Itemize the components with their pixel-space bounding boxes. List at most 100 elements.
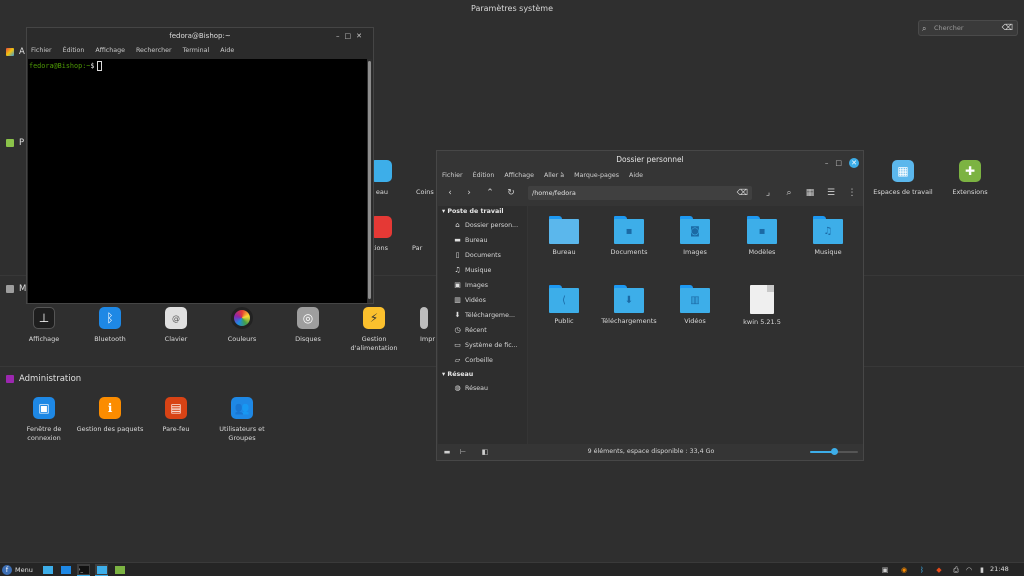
- file-item[interactable]: ▪ Modèles: [729, 216, 795, 256]
- maximize-icon[interactable]: □: [835, 154, 842, 172]
- users-icon: 👥: [231, 397, 253, 419]
- settings-item-packages[interactable]: ℹ Gestion des paquets: [75, 397, 145, 434]
- menu-bookmarks[interactable]: Marque-pages: [574, 169, 619, 183]
- sidebar-item-filesystem[interactable]: ▭ Système de fic...: [438, 338, 527, 353]
- menu-help[interactable]: Aide: [220, 44, 234, 58]
- close-icon[interactable]: ✕: [356, 32, 367, 40]
- clear-location-icon[interactable]: ⌫: [737, 186, 748, 200]
- keyboard-icon: @: [165, 307, 187, 329]
- settings-item-display[interactable]: ⊥ Affichage: [9, 307, 79, 344]
- sidebar-header-network[interactable]: ▾ Réseau: [438, 369, 527, 381]
- workspaces-icon: ▦: [892, 160, 914, 182]
- download-icon: ⬇: [454, 311, 461, 319]
- sidebar-item-pictures[interactable]: ▣ Images: [438, 278, 527, 293]
- terminal-window[interactable]: fedora@Bishop:~ –□✕ Fichier Édition Affi…: [26, 27, 374, 304]
- bluetooth-tray-icon[interactable]: ᛒ: [917, 565, 927, 575]
- sidebar-item-network[interactable]: ◍ Réseau: [438, 381, 527, 396]
- settings-item-colors[interactable]: Couleurs: [207, 307, 277, 344]
- up-icon[interactable]: ⌃: [483, 186, 497, 200]
- network-tray-icon[interactable]: ◠: [964, 565, 974, 575]
- maximize-icon[interactable]: □: [345, 32, 357, 40]
- scrollbar-thumb[interactable]: [368, 61, 371, 299]
- settings-taskbar-icon[interactable]: [113, 564, 126, 576]
- sidebar-item-home[interactable]: ⌂ Dossier person...: [438, 218, 527, 233]
- file-item[interactable]: Bureau: [531, 216, 597, 256]
- sidebar-header-places[interactable]: ▾ Poste de travail: [438, 206, 527, 218]
- mail-icon[interactable]: [59, 564, 72, 576]
- forward-icon[interactable]: ›: [462, 186, 476, 200]
- minimize-icon[interactable]: –: [825, 154, 829, 172]
- terminal-titlebar[interactable]: fedora@Bishop:~ –□✕: [27, 28, 373, 44]
- settings-search-input[interactable]: ⌕ Chercher ⌫: [918, 20, 1018, 36]
- settings-item-login-window[interactable]: ▣ Fenêtre de connexion: [9, 397, 79, 443]
- menu-search[interactable]: Rechercher: [136, 44, 172, 58]
- zoom-slider-handle[interactable]: [831, 448, 838, 455]
- folder-pictures-icon: ◙: [680, 216, 710, 244]
- settings-item-partial[interactable]: Par: [412, 216, 436, 253]
- clear-search-icon[interactable]: ⌫: [1002, 21, 1013, 35]
- clock[interactable]: 21:48: [990, 563, 1009, 576]
- files-taskbar-icon[interactable]: [95, 564, 108, 576]
- menu-edit[interactable]: Édition: [473, 169, 495, 183]
- battery-icon[interactable]: ▮: [977, 565, 987, 575]
- settings-item-disks[interactable]: ◎ Disques: [273, 307, 343, 344]
- settings-item-bluetooth[interactable]: ᛒ Bluetooth: [75, 307, 145, 344]
- close-icon[interactable]: ✕: [849, 158, 859, 168]
- location-bar[interactable]: /home/fedora ⌫: [528, 186, 752, 200]
- sidebar-item-videos[interactable]: ▥ Vidéos: [438, 293, 527, 308]
- menu-help[interactable]: Aide: [629, 169, 643, 183]
- file-item[interactable]: ⟨ Public: [531, 285, 597, 325]
- sidebar-item-documents[interactable]: ▯ Documents: [438, 248, 527, 263]
- menu-file[interactable]: Fichier: [31, 44, 52, 58]
- list-view-icon[interactable]: ☰: [824, 186, 838, 200]
- menu-edit[interactable]: Édition: [63, 44, 85, 58]
- menu-go[interactable]: Aller à: [544, 169, 564, 183]
- update-icon[interactable]: ◉: [899, 565, 909, 575]
- file-manager-window[interactable]: Dossier personnel – □ ✕ Fichier Édition …: [436, 150, 864, 461]
- icon-view-icon[interactable]: ▦: [803, 186, 817, 200]
- toggle-path-icon[interactable]: ⌟: [761, 186, 775, 200]
- menu-file[interactable]: Fichier: [442, 169, 463, 183]
- tray-app-icon[interactable]: ▣: [880, 565, 890, 575]
- file-manager-titlebar[interactable]: Dossier personnel – □ ✕: [437, 151, 863, 169]
- terminal-body[interactable]: fedora@Bishop:~ $: [28, 59, 368, 303]
- settings-item-workspaces[interactable]: ▦ Espaces de travail: [868, 160, 938, 197]
- zoom-slider[interactable]: [810, 448, 858, 455]
- settings-item-users[interactable]: 👥 Utilisateurs et Groupes: [207, 397, 277, 443]
- sidebar-item-music[interactable]: ♫ Musique: [438, 263, 527, 278]
- menu-terminal[interactable]: Terminal: [183, 44, 210, 58]
- settings-item-extensions[interactable]: ✚ Extensions: [935, 160, 1005, 197]
- reload-icon[interactable]: ↻: [504, 186, 518, 200]
- compact-view-icon[interactable]: ⋮: [845, 186, 859, 200]
- terminal-taskbar-icon[interactable]: ›_: [77, 564, 90, 576]
- menu-view[interactable]: Affichage: [504, 169, 534, 183]
- file-item[interactable]: kwin 5.21.5: [729, 285, 795, 326]
- settings-item-firewall[interactable]: ▤ Pare-feu: [141, 397, 211, 434]
- sidebar-item-recent[interactable]: ◷ Récent: [438, 323, 527, 338]
- search-placeholder: Chercher: [934, 24, 964, 32]
- file-manager-content[interactable]: Bureau ▪ Documents ◙ Images ▪ Modèles ♫ …: [528, 206, 863, 444]
- minimize-icon[interactable]: –: [336, 32, 345, 40]
- file-item[interactable]: ◙ Images: [662, 216, 728, 256]
- settings-item-keyboard[interactable]: @ Clavier: [141, 307, 211, 344]
- sidebar-item-downloads[interactable]: ⬇ Téléchargeme...: [438, 308, 527, 323]
- menu-button[interactable]: f Menu: [2, 564, 33, 576]
- preferences-icon: [6, 139, 14, 147]
- back-icon[interactable]: ‹: [443, 186, 457, 200]
- search-icon[interactable]: ⌕: [782, 186, 796, 200]
- printer-tray-icon[interactable]: ⎙: [951, 565, 961, 575]
- sidebar-item-desktop[interactable]: ▬ Bureau: [438, 233, 527, 248]
- sidebar-item-trash[interactable]: ▱ Corbeille: [438, 353, 527, 368]
- terminal-cursor: [97, 61, 103, 71]
- package-icon[interactable]: ◆: [934, 565, 944, 575]
- file-item[interactable]: ▥ Vidéos: [662, 285, 728, 325]
- settings-item-power[interactable]: ⚡ Gestion d'alimentation: [339, 307, 409, 353]
- file-item[interactable]: ♫ Musique: [795, 216, 861, 256]
- settings-item-printers[interactable]: Impr: [420, 307, 436, 344]
- menu-view[interactable]: Affichage: [95, 44, 125, 58]
- login-window-icon: ▣: [33, 397, 55, 419]
- terminal-scrollbar[interactable]: [367, 59, 372, 303]
- show-desktop-icon[interactable]: [41, 564, 54, 576]
- file-item[interactable]: ⬇ Téléchargements: [596, 285, 662, 325]
- file-item[interactable]: ▪ Documents: [596, 216, 662, 256]
